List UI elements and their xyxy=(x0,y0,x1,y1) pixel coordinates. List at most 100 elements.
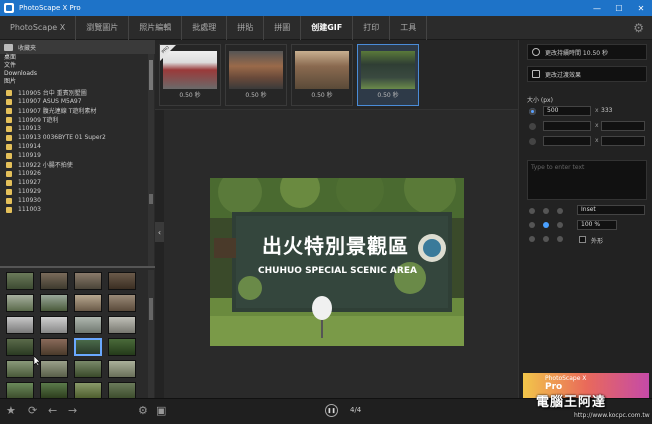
folder-item[interactable]: 110929 xyxy=(0,187,148,196)
thumbnail[interactable] xyxy=(108,294,136,312)
thumbnail[interactable] xyxy=(40,294,68,312)
position-dot[interactable] xyxy=(529,236,535,242)
shortcut-pictures[interactable]: 图片 xyxy=(0,78,155,86)
width-input-2[interactable] xyxy=(543,121,591,131)
folder-item[interactable]: 110905 台中 重賓別墅圖 xyxy=(0,88,148,97)
folder-item[interactable]: 110909 T遊利 xyxy=(0,115,148,124)
menu-photoscape[interactable]: PhotoScape X xyxy=(0,15,77,40)
folder-item[interactable]: 110913 0036BYTE 01 Super2 xyxy=(0,133,148,142)
position-dot[interactable] xyxy=(529,208,535,214)
percent-select[interactable]: 100 % xyxy=(577,220,617,230)
change-duration-button[interactable]: 更改持續時間 10.50 秒 xyxy=(527,44,647,60)
text-input[interactable]: Type to enter text xyxy=(527,160,647,200)
menu-viewer[interactable]: 瀏覽圖片 xyxy=(76,15,130,40)
change-transition-button[interactable]: 更改过渡效果 xyxy=(527,66,647,82)
menu-collage[interactable]: 拼貼 xyxy=(227,15,265,40)
width-input[interactable]: 500 xyxy=(543,106,591,116)
folder-item[interactable]: 110930 xyxy=(0,196,148,205)
star-icon[interactable]: ★ xyxy=(6,404,16,417)
pause-button[interactable]: ❚❚ xyxy=(325,404,338,417)
shortcut-downloads[interactable]: Downloads xyxy=(0,70,155,78)
folder-item[interactable]: 110914 xyxy=(0,142,148,151)
folder-item[interactable]: 111003 xyxy=(0,205,148,214)
folder-item[interactable]: 110907 ASUS M5A97 xyxy=(0,97,148,106)
outline-checkbox[interactable] xyxy=(579,236,586,243)
folder-scrollbar[interactable] xyxy=(148,54,154,268)
forward-arrow-icon[interactable]: → xyxy=(68,404,77,417)
gif-frame-strip: 0.50 秒 PRO 0.50 秒 0.50 秒 0.50 秒 xyxy=(155,40,518,110)
refresh-icon[interactable]: ⟳ xyxy=(28,404,37,417)
scrollbar-thumb[interactable] xyxy=(149,60,153,90)
folder-icon xyxy=(6,134,12,141)
gif-frame[interactable]: 0.50 秒 xyxy=(291,44,353,106)
menu-print[interactable]: 打印 xyxy=(353,15,391,40)
position-dot[interactable] xyxy=(557,222,563,228)
thumbnail-scrollbar[interactable] xyxy=(148,270,154,398)
menu-batch[interactable]: 批處理 xyxy=(182,15,228,40)
panel-layout-icon[interactable]: ▣ xyxy=(156,404,166,417)
shortcut-desktop[interactable]: 桌面 xyxy=(0,54,155,62)
thumbnail[interactable] xyxy=(6,338,34,356)
inset-select[interactable]: Inset xyxy=(577,205,645,215)
thumbnail[interactable] xyxy=(74,382,102,398)
thumbnail[interactable] xyxy=(74,360,102,378)
folder-item[interactable]: 110927 xyxy=(0,178,148,187)
thumbnail[interactable] xyxy=(40,316,68,334)
position-dot[interactable] xyxy=(557,236,563,242)
thumbnail[interactable] xyxy=(74,272,102,290)
thumbnail[interactable] xyxy=(74,294,102,312)
thumbnail[interactable] xyxy=(40,338,68,356)
gif-frame-selected[interactable]: 0.50 秒 xyxy=(357,44,419,106)
minimize-button[interactable]: — xyxy=(586,0,608,16)
folder-item[interactable]: 110922 小腸不拍使 xyxy=(0,160,148,169)
maximize-button[interactable]: ☐ xyxy=(608,0,630,16)
menu-editor[interactable]: 照片編輯 xyxy=(129,15,183,40)
thumbnail[interactable] xyxy=(108,316,136,334)
thumbnail[interactable] xyxy=(40,272,68,290)
scenic-sign-photo xyxy=(210,178,464,346)
thumbnail[interactable] xyxy=(40,382,68,398)
menu-create-gif[interactable]: 创建GIF xyxy=(301,15,354,40)
height-input-2[interactable] xyxy=(601,121,645,131)
position-dot[interactable] xyxy=(557,208,563,214)
folder-item[interactable]: 110919 xyxy=(0,151,148,160)
thumbnail[interactable] xyxy=(108,272,136,290)
thumbnail[interactable] xyxy=(6,382,34,398)
folder-item[interactable]: 110913 xyxy=(0,124,148,133)
thumbnail[interactable] xyxy=(6,272,34,290)
favorites-header[interactable]: 收藏夹 xyxy=(0,40,155,54)
settings-gear-icon[interactable]: ⚙ xyxy=(138,404,148,417)
thumbnail[interactable] xyxy=(74,316,102,334)
position-dot[interactable] xyxy=(543,208,549,214)
menu-tools[interactable]: 工具 xyxy=(390,15,428,40)
thumbnail[interactable] xyxy=(108,338,136,356)
panel-splitter[interactable] xyxy=(0,266,155,268)
scrollbar-thumb[interactable] xyxy=(149,194,153,204)
scrollbar-thumb[interactable] xyxy=(149,298,153,320)
thumbnail[interactable] xyxy=(108,360,136,378)
folder-item[interactable]: 110926 xyxy=(0,169,148,178)
back-arrow-icon[interactable]: ← xyxy=(48,404,57,417)
collapse-sidebar-chevron-icon[interactable]: ‹ xyxy=(155,222,164,242)
menu-combine[interactable]: 拼圖 xyxy=(264,15,302,40)
size-option-3[interactable] xyxy=(529,138,536,145)
width-input-3[interactable] xyxy=(543,136,591,146)
height-input-3[interactable] xyxy=(601,136,645,146)
size-option-custom[interactable] xyxy=(529,108,536,115)
position-dot[interactable] xyxy=(529,222,535,228)
settings-gear-icon[interactable]: ⚙ xyxy=(633,21,644,35)
thumbnail[interactable] xyxy=(6,360,34,378)
gif-frame[interactable]: 0.50 秒 xyxy=(225,44,287,106)
position-dot[interactable] xyxy=(543,236,549,242)
shortcut-documents[interactable]: 文件 xyxy=(0,62,155,70)
thumbnail[interactable] xyxy=(40,360,68,378)
thumbnail[interactable] xyxy=(6,316,34,334)
thumbnail[interactable] xyxy=(6,294,34,312)
folder-item[interactable]: 110907 腹光連線 T遊利素材 xyxy=(0,106,148,115)
thumbnail[interactable] xyxy=(108,382,136,398)
position-dot-selected[interactable] xyxy=(543,222,549,228)
gif-frame[interactable]: 0.50 秒 PRO xyxy=(159,44,221,106)
size-option-2[interactable] xyxy=(529,123,536,130)
close-button[interactable]: ✕ xyxy=(630,0,652,16)
thumbnail-selected[interactable] xyxy=(74,338,102,356)
